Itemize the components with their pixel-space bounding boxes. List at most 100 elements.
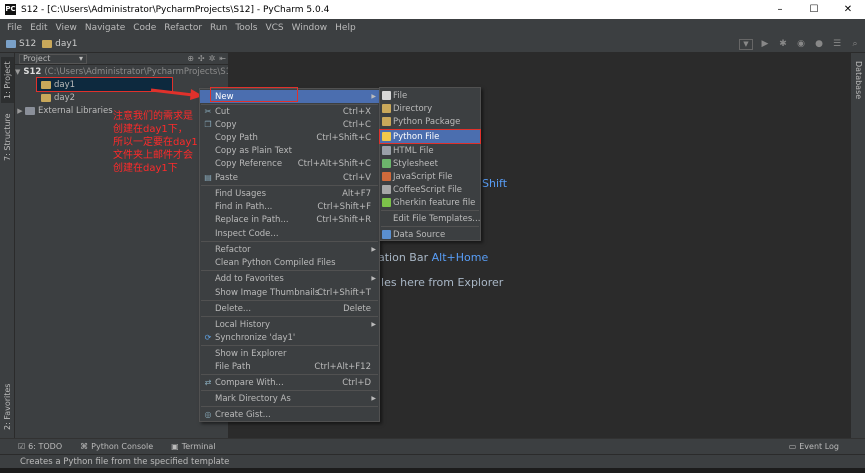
submenu-item-javascript-file[interactable]: JavaScript File	[380, 170, 480, 183]
menu-vcs[interactable]: VCS	[261, 23, 287, 33]
scroll-from-source-icon[interactable]: ✣	[198, 54, 205, 63]
run-icon[interactable]: ▶	[759, 38, 771, 50]
bottom-tool-bar: ☑ 6: TODO ⌘ Python Console ▣ Terminal ▭ Even…	[0, 438, 865, 454]
menu-separator	[201, 390, 378, 391]
menu-item-create-gist[interactable]: ◎ Create Gist...	[200, 408, 379, 421]
os-taskbar	[0, 468, 865, 473]
submenu-item-coffeescript-file[interactable]: CoffeeScript File	[380, 183, 480, 196]
sync-icon[interactable]: ⊕	[187, 54, 194, 63]
menu-item-add-favorites[interactable]: Add to Favorites ▶	[200, 272, 379, 285]
menu-tools[interactable]: Tools	[231, 23, 261, 33]
menu-item-copy[interactable]: ❐ Copy Ctrl+C	[200, 118, 379, 131]
submenu-item-gherkin-file[interactable]: Gherkin feature file	[380, 196, 480, 209]
debug-icon[interactable]: ✱	[777, 38, 789, 50]
tab-favorites[interactable]: 2: Favorites	[1, 381, 14, 433]
breadcrumb-project[interactable]: S12	[0, 39, 36, 49]
menu-window[interactable]: Window	[288, 23, 332, 33]
project-view-selector[interactable]: Project ▾	[19, 53, 87, 64]
tab-structure[interactable]: 7: Structure	[1, 111, 14, 163]
menu-item-synchronize[interactable]: ⟳ Synchronize 'day1'	[200, 331, 379, 344]
menu-item-label: Mark Directory As	[215, 393, 291, 404]
stop-icon[interactable]: ●	[813, 38, 825, 50]
submenu-item-stylesheet[interactable]: Stylesheet	[380, 157, 480, 170]
submenu-item-file[interactable]: File	[380, 89, 480, 102]
project-header-icons: ⊕ ✣ ✲ ⇤	[187, 54, 226, 63]
menu-item-find-in-path[interactable]: Find in Path... Ctrl+Shift+F	[200, 200, 379, 213]
menu-item-delete[interactable]: Delete... Delete	[200, 302, 379, 315]
menu-navigate[interactable]: Navigate	[81, 23, 129, 33]
maximize-button[interactable]: ☐	[797, 0, 831, 19]
menu-item-clean-python[interactable]: Clean Python Compiled Files	[200, 256, 379, 269]
editor-hint-navbar: ation Bar Alt+Home	[378, 251, 488, 264]
menu-item-compare-with[interactable]: ⇄ Compare With... Ctrl+D	[200, 376, 379, 389]
sdk-manager-icon[interactable]: ☰	[831, 38, 843, 50]
menu-item-paste[interactable]: ▤ Paste Ctrl+V	[200, 171, 379, 184]
submenu-item-edit-templates[interactable]: Edit File Templates...	[380, 212, 480, 225]
tab-database[interactable]: Database	[852, 57, 865, 103]
tree-day2-label: day2	[54, 92, 76, 103]
menu-view[interactable]: View	[52, 23, 81, 33]
tab-todo[interactable]: ☑ 6: TODO	[18, 442, 62, 451]
menu-run[interactable]: Run	[206, 23, 231, 33]
menu-item-cut[interactable]: ✂ Cut Ctrl+X	[200, 105, 379, 118]
tab-event-log[interactable]: ▭ Event Log	[789, 442, 839, 451]
terminal-icon: ▣	[171, 442, 179, 451]
submenu-item-html-file[interactable]: HTML File	[380, 144, 480, 157]
menu-item-inspect-code[interactable]: Inspect Code...	[200, 227, 379, 240]
css-file-icon	[382, 159, 391, 168]
menu-help[interactable]: Help	[331, 23, 360, 33]
submenu-item-data-source[interactable]: Data Source	[380, 228, 480, 241]
breadcrumb-folder[interactable]: day1	[36, 39, 77, 49]
html-file-icon	[382, 146, 391, 155]
tree-item-root[interactable]: ▼ S12 (C:\Users\Administrator\PycharmPro…	[15, 65, 240, 78]
minimize-button[interactable]: –	[763, 0, 797, 19]
tab-terminal[interactable]: ▣ Terminal	[171, 442, 215, 451]
submenu-item-python-file[interactable]: Python File	[379, 129, 481, 144]
javascript-file-icon	[382, 172, 391, 181]
menu-item-label: Paste	[215, 172, 238, 183]
hide-icon[interactable]: ⇤	[219, 54, 226, 63]
file-icon	[382, 91, 391, 100]
menu-item-label: Copy Path	[215, 132, 258, 143]
menu-item-local-history[interactable]: Local History ▶	[200, 318, 379, 331]
menu-item-show-explorer[interactable]: Show in Explorer	[200, 347, 379, 360]
menu-edit[interactable]: Edit	[26, 23, 51, 33]
event-log-icon: ▭	[788, 442, 797, 451]
submenu-item-label: Data Source	[393, 229, 446, 240]
collapse-arrow-icon[interactable]: ▼	[15, 68, 20, 76]
coverage-icon[interactable]: ◉	[795, 38, 807, 50]
submenu-item-label: Gherkin feature file	[393, 197, 476, 208]
menu-code[interactable]: Code	[129, 23, 160, 33]
run-config-dropdown-icon[interactable]: ▼	[739, 38, 753, 50]
editor-hint-shift: Shift	[482, 177, 507, 190]
menu-item-copy-reference[interactable]: Copy Reference Ctrl+Alt+Shift+C	[200, 157, 379, 170]
menu-item-replace-in-path[interactable]: Replace in Path... Ctrl+Shift+R	[200, 213, 379, 226]
menu-item-refactor[interactable]: Refactor ▶	[200, 243, 379, 256]
menu-item-mark-directory[interactable]: Mark Directory As ▶	[200, 392, 379, 405]
tab-todo-label: 6: TODO	[28, 442, 63, 451]
menu-item-shortcut: Ctrl+Shift+T	[317, 287, 371, 298]
menu-item-shortcut: Ctrl+Shift+R	[316, 214, 371, 225]
menu-item-find-usages[interactable]: Find Usages Alt+F7	[200, 187, 379, 200]
menu-item-label: Show Image Thumbnails	[215, 287, 320, 298]
submenu-item-python-package[interactable]: Python Package	[380, 115, 480, 128]
breadcrumb-folder-label: day1	[55, 39, 78, 49]
todo-icon: ☑	[18, 442, 26, 451]
scissors-icon: ✂	[204, 106, 212, 116]
editor-hint-navbar-key: Alt+Home	[431, 251, 489, 264]
tab-project[interactable]: 1: Project	[1, 57, 14, 103]
menu-file[interactable]: File	[3, 23, 26, 33]
menu-separator	[201, 345, 378, 346]
expand-arrow-icon[interactable]: ▶	[15, 107, 25, 115]
menu-item-copy-plain-text[interactable]: Copy as Plain Text	[200, 144, 379, 157]
gear-icon[interactable]: ✲	[209, 54, 216, 63]
tab-python-console[interactable]: ⌘ Python Console	[80, 442, 153, 451]
close-button[interactable]: ✕	[831, 0, 865, 19]
menu-item-file-path[interactable]: File Path Ctrl+Alt+F12	[200, 360, 379, 373]
search-everywhere-icon[interactable]: ⌕	[849, 38, 861, 50]
menu-item-label: Find in Path...	[215, 201, 273, 212]
menu-refactor[interactable]: Refactor	[160, 23, 206, 33]
menu-item-copy-path[interactable]: Copy Path Ctrl+Shift+C	[200, 131, 379, 144]
menu-item-show-thumbnails[interactable]: Show Image Thumbnails Ctrl+Shift+T	[200, 286, 379, 299]
submenu-item-directory[interactable]: Directory	[380, 102, 480, 115]
